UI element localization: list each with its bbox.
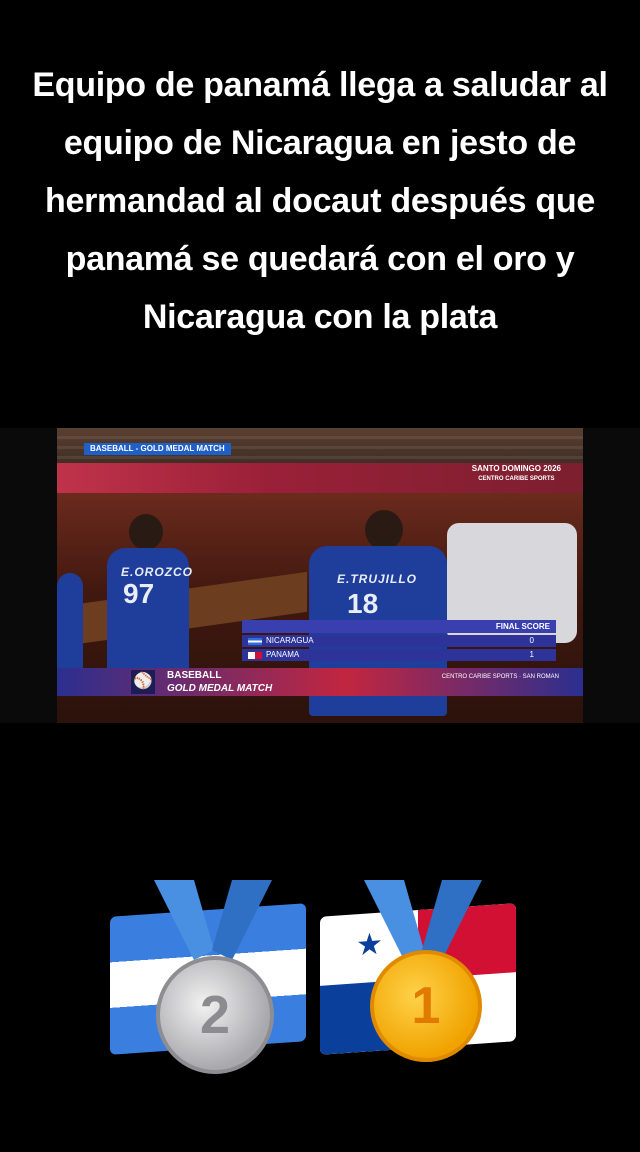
score-row-panama: PANAMA 1 [242,649,556,661]
video-frame[interactable]: E.OROZCO 97 E.TRUJILLO 18 BASEBALL - GOL… [57,428,583,723]
player-head [365,510,403,550]
match-tag: BASEBALL - GOLD MEDAL MATCH [84,443,231,455]
jersey-number: 97 [123,578,155,609]
jersey-name: E.OROZCO [121,565,194,579]
gold-medal-panama: ★ ★ 1 [320,880,525,1090]
silver-medal-icon: 2 [156,956,274,1074]
gold-medal-icon: 1 [370,950,482,1062]
lower-third: ⚾ BASEBALL GOLD MEDAL MATCH CENTRO CARIB… [57,668,583,696]
silver-medal-nicaragua: 2 [110,880,315,1090]
ribbon-icon [364,880,482,960]
baseball-batter-icon: ⚾ [131,670,155,694]
nicaragua-flag-icon [248,638,262,645]
caption-text: Equipo de panamá llega a saludar al equi… [32,66,608,336]
right-letterbox [583,428,640,723]
score-row-nicaragua: NICARAGUA 0 [242,635,556,647]
panama-flag-icon [248,652,262,659]
score-header: FINAL SCORE [242,620,556,633]
jersey-number: 18 [347,588,379,619]
player-left-edge [57,573,83,673]
ribbon-icon [154,880,272,960]
left-letterbox [0,428,57,723]
jersey-name: E.TRUJILLO [337,572,418,586]
event-logo: SANTO DOMINGO 2026 CENTRO CARIBE SPORTS [471,464,561,482]
player-head [129,514,163,550]
scoreboard: FINAL SCORE NICARAGUA 0 PANAMA 1 [242,620,556,661]
